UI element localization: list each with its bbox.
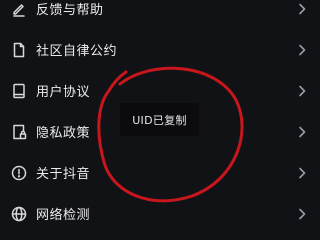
menu-item-about-douyin[interactable]: 关于抖音 <box>0 152 320 193</box>
toast-notification: UID已复制 <box>120 103 199 136</box>
menu-item-label: 关于抖音 <box>36 167 91 182</box>
lock-document-icon <box>10 123 28 141</box>
toast-message: UID已复制 <box>132 113 187 127</box>
menu-item-label: 反馈与帮助 <box>36 3 104 18</box>
menu-item-feedback-help[interactable]: 反馈与帮助 <box>0 0 320 29</box>
menu-item-label: 网络检测 <box>36 208 91 223</box>
chevron-right-icon <box>296 167 308 179</box>
chevron-right-icon <box>296 208 308 220</box>
settings-screen: 反馈与帮助 社区自律公约 用户协议 隐私政策 关于抖音 网络检测 UID已复制 <box>0 0 320 240</box>
edit-pencil-icon <box>10 0 28 18</box>
menu-item-network-check[interactable]: 网络检测 <box>0 193 320 234</box>
menu-item-label: 用户协议 <box>36 85 91 100</box>
info-circle-icon <box>10 164 28 182</box>
book-icon <box>10 82 28 100</box>
menu-item-label: 社区自律公约 <box>36 44 118 59</box>
chevron-right-icon <box>296 44 308 56</box>
menu-item-label: 隐私政策 <box>36 126 91 141</box>
chevron-right-icon <box>296 3 308 15</box>
chevron-right-icon <box>296 126 308 138</box>
chevron-right-icon <box>296 85 308 97</box>
document-icon <box>10 41 28 59</box>
globe-icon <box>10 205 28 223</box>
menu-item-community-guidelines[interactable]: 社区自律公约 <box>0 29 320 70</box>
